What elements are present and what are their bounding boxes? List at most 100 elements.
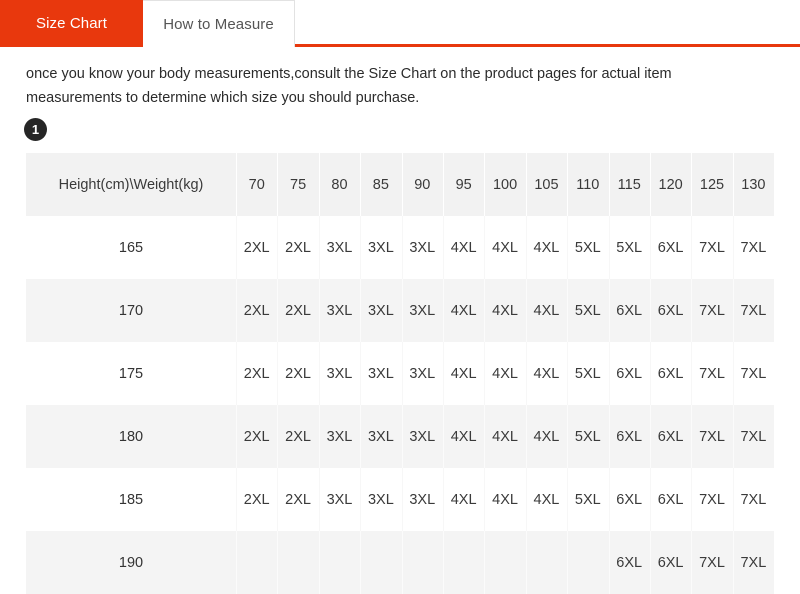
- size-cell: 4XL: [484, 216, 525, 279]
- size-chart-page: Size Chart How to Measure once you know …: [0, 0, 800, 594]
- weight-header-cell: 125: [691, 153, 732, 216]
- table-row: 165 2XL 2XL 3XL 3XL 3XL 4XL 4XL 4XL 5XL 5XL 6XL 7XL 7…: [26, 216, 775, 279]
- weight-header-cell: 70: [236, 153, 277, 216]
- size-cell: 6XL: [650, 342, 691, 405]
- corner-header-cell: Height(cm)\Weight(kg): [58, 176, 204, 193]
- size-cell: [360, 531, 401, 594]
- size-cell: 3XL: [319, 342, 360, 405]
- size-cell: 4XL: [484, 279, 525, 342]
- size-cell: 6XL: [609, 468, 650, 531]
- size-cell: 7XL: [691, 342, 732, 405]
- size-cell: 5XL: [609, 216, 650, 279]
- size-cell: 7XL: [733, 279, 774, 342]
- size-cell: 6XL: [609, 342, 650, 405]
- table-row: 185 2XL 2XL 3XL 3XL 3XL 4XL 4XL 4XL 5XL 6XL 6XL 7XL 7…: [26, 468, 775, 531]
- size-cell: 4XL: [443, 405, 484, 468]
- size-cell: 6XL: [650, 405, 691, 468]
- table-row: 170 2XL 2XL 3XL 3XL 3XL 4XL 4XL 4XL 5XL 6XL 6XL 7XL 7…: [26, 279, 775, 342]
- size-cell: [484, 531, 525, 594]
- step-number-badge: 1: [24, 118, 47, 141]
- size-cell: 3XL: [319, 405, 360, 468]
- size-cell: 3XL: [360, 468, 401, 531]
- size-cell: 3XL: [402, 468, 443, 531]
- size-cell: 5XL: [567, 468, 608, 531]
- table-row: 175 2XL 2XL 3XL 3XL 3XL 4XL 4XL 4XL 5XL 6XL 6XL 7XL 7…: [26, 342, 775, 405]
- size-cell: 2XL: [236, 279, 277, 342]
- size-cell: 6XL: [609, 531, 650, 594]
- size-cell: [443, 531, 484, 594]
- size-cell: 4XL: [484, 342, 525, 405]
- weight-header-cell: 85: [360, 153, 401, 216]
- tab-how-to-measure[interactable]: How to Measure: [143, 0, 295, 47]
- size-cell: 7XL: [733, 216, 774, 279]
- size-cell: 7XL: [691, 405, 732, 468]
- table-body: 165 2XL 2XL 3XL 3XL 3XL 4XL 4XL 4XL 5XL 5XL 6XL 7XL 7…: [26, 216, 775, 594]
- size-cell: 2XL: [236, 342, 277, 405]
- size-cell: 7XL: [733, 531, 774, 594]
- table-row: 190 6XL 6XL 7XL 7XL: [26, 531, 775, 594]
- size-cell: 3XL: [360, 342, 401, 405]
- size-cell: 6XL: [650, 279, 691, 342]
- table-header-row: Height(cm)\Weight(kg) 70 75 80 85 90 95 100 105…: [26, 153, 775, 216]
- size-cell: 3XL: [319, 216, 360, 279]
- height-label-cell: 185: [118, 491, 144, 508]
- size-chart-table: Height(cm)\Weight(kg) 70 75 80 85 90 95 100 105…: [26, 153, 775, 594]
- size-cell: 7XL: [691, 531, 732, 594]
- size-cell: 4XL: [484, 405, 525, 468]
- weight-header-cell: 80: [319, 153, 360, 216]
- size-cell: 2XL: [236, 468, 277, 531]
- weight-header-cell: 110: [567, 153, 608, 216]
- size-cell: 4XL: [526, 405, 567, 468]
- height-label-cell: 175: [118, 365, 144, 382]
- weight-header-cell: 100: [484, 153, 525, 216]
- size-cell: 4XL: [484, 468, 525, 531]
- size-cell: 4XL: [443, 216, 484, 279]
- tab-size-chart[interactable]: Size Chart: [0, 0, 143, 47]
- size-cell: 7XL: [733, 342, 774, 405]
- table-head: Height(cm)\Weight(kg) 70 75 80 85 90 95 100 105…: [26, 153, 775, 216]
- size-table-container: Height(cm)\Weight(kg) 70 75 80 85 90 95 100 105…: [26, 153, 775, 594]
- weight-header-cell: 115: [609, 153, 650, 216]
- size-cell: 5XL: [567, 405, 608, 468]
- size-cell: 4XL: [526, 342, 567, 405]
- size-cell: [567, 531, 608, 594]
- table-row: 180 2XL 2XL 3XL 3XL 3XL 4XL 4XL 4XL 5XL 6XL 6XL 7XL 7…: [26, 405, 775, 468]
- size-cell: 3XL: [402, 342, 443, 405]
- size-cell: 2XL: [277, 216, 318, 279]
- size-cell: 2XL: [277, 405, 318, 468]
- weight-header-cell: 130: [733, 153, 774, 216]
- size-cell: 7XL: [691, 468, 732, 531]
- size-cell: 2XL: [236, 216, 277, 279]
- size-cell: 2XL: [277, 279, 318, 342]
- size-cell: 3XL: [319, 468, 360, 531]
- height-label-cell: 170: [118, 302, 144, 319]
- size-cell: 3XL: [402, 216, 443, 279]
- size-cell: 2XL: [277, 468, 318, 531]
- weight-header-cell: 120: [650, 153, 691, 216]
- step-badge-row: 1: [24, 118, 800, 141]
- size-cell: 7XL: [691, 279, 732, 342]
- height-label-cell: 165: [118, 239, 144, 256]
- size-cell: 7XL: [733, 468, 774, 531]
- size-cell: 2XL: [236, 405, 277, 468]
- size-cell: 6XL: [650, 216, 691, 279]
- size-cell: 7XL: [733, 405, 774, 468]
- size-cell: 6XL: [609, 279, 650, 342]
- size-cell: 6XL: [650, 468, 691, 531]
- size-cell: 3XL: [402, 405, 443, 468]
- size-cell: [277, 531, 318, 594]
- weight-header-cell: 90: [402, 153, 443, 216]
- weight-header-cell: 105: [526, 153, 567, 216]
- size-cell: 4XL: [526, 279, 567, 342]
- weight-header-cell: 95: [443, 153, 484, 216]
- height-label-cell: 180: [118, 428, 144, 445]
- intro-paragraph: once you know your body measurements,con…: [26, 66, 672, 106]
- tab-bar: Size Chart How to Measure: [0, 0, 800, 47]
- size-cell: 4XL: [443, 468, 484, 531]
- size-cell: 3XL: [360, 216, 401, 279]
- size-cell: 4XL: [526, 216, 567, 279]
- size-cell: 4XL: [526, 468, 567, 531]
- size-cell: 3XL: [319, 279, 360, 342]
- size-cell: 3XL: [402, 279, 443, 342]
- size-cell: 3XL: [360, 405, 401, 468]
